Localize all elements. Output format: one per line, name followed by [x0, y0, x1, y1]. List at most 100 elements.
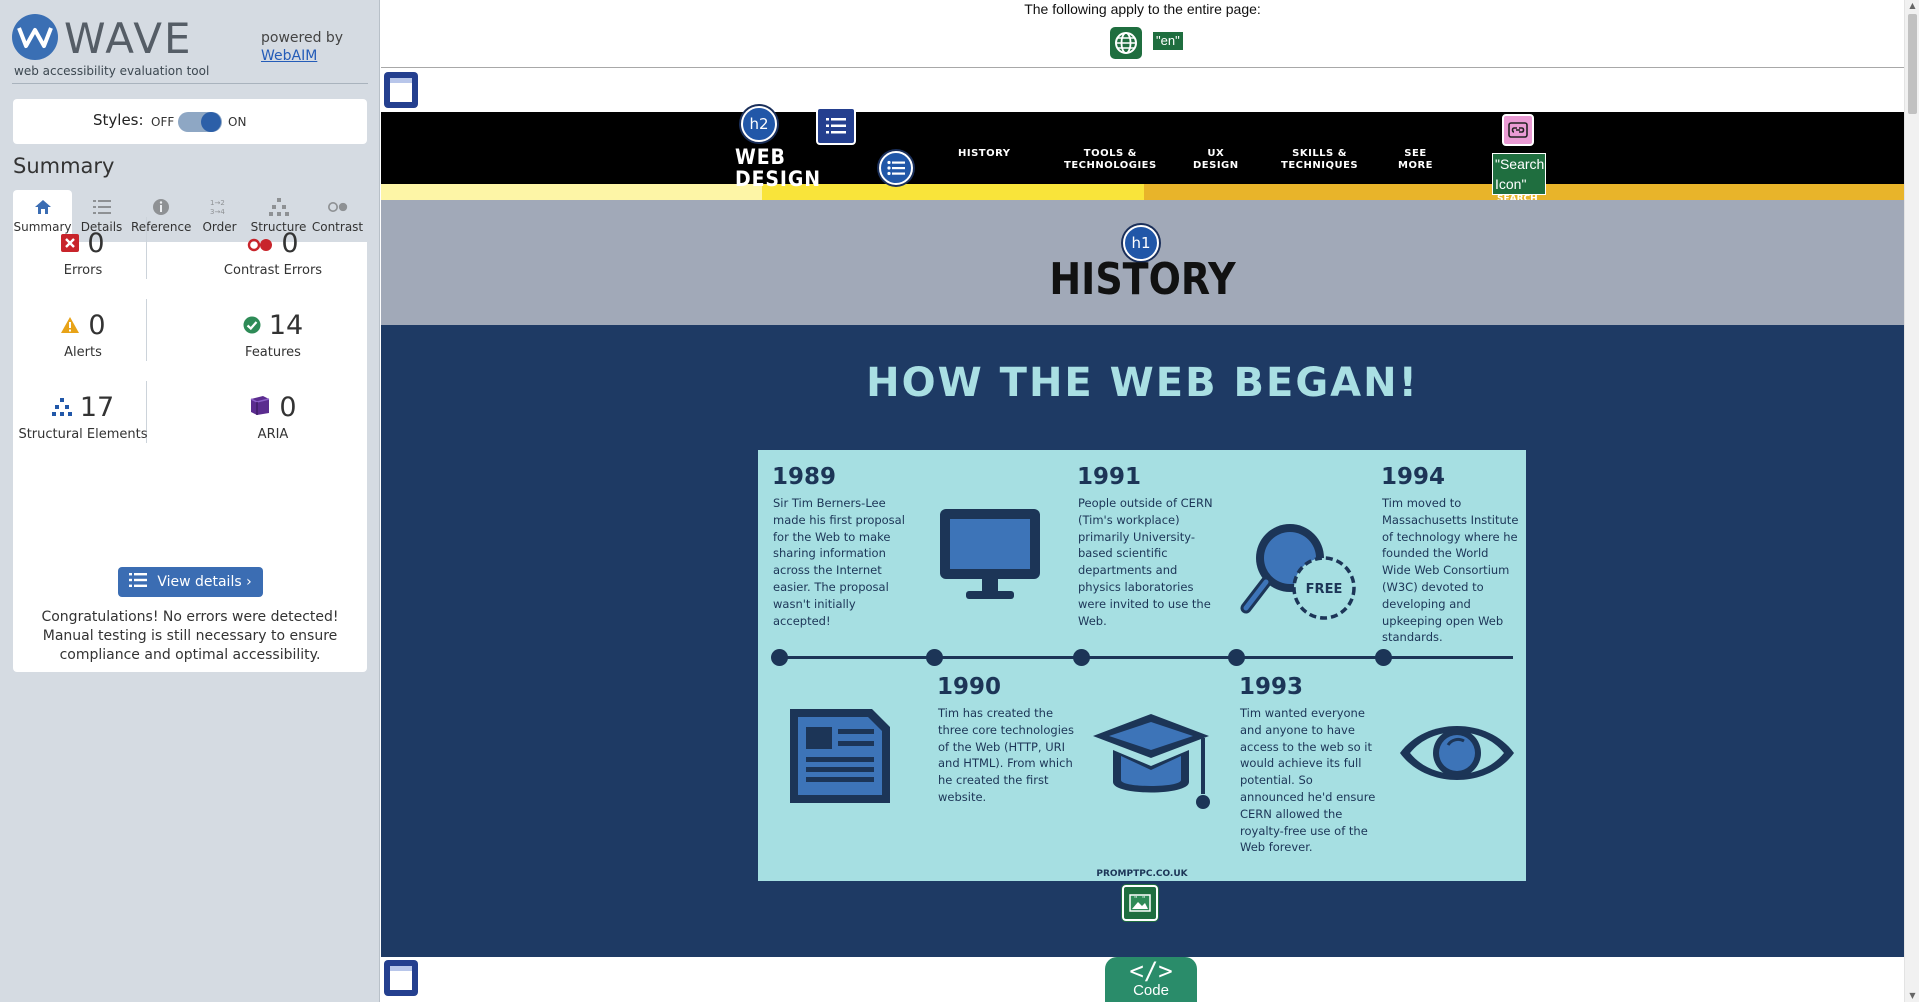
- alerts-count: 0: [88, 310, 106, 341]
- wave-sidebar: WAVE web accessibility evaluation tool p…: [0, 0, 380, 1002]
- view-details-button[interactable]: View details ›: [118, 567, 263, 597]
- nav-label: UX: [1207, 148, 1225, 159]
- section-title: HOW THE WEB BEGAN!: [866, 360, 1419, 406]
- nav-label: TECHNOLOGIES: [1064, 160, 1157, 171]
- order-icon: 1→2 3→4: [210, 198, 230, 216]
- list-icon[interactable]: [879, 151, 913, 185]
- timeline-line: [778, 656, 1513, 659]
- timeline-text: Sir Tim Berners-Lee made his first propo…: [773, 496, 905, 628]
- nav-label: TOOLS &: [1083, 148, 1137, 159]
- styles-off-label: OFF: [151, 115, 175, 129]
- nav-label: HISTORY: [958, 148, 1011, 159]
- svg-text:": ": [1134, 895, 1137, 903]
- landmark-glyph: [390, 966, 412, 990]
- list-icon: [129, 573, 148, 591]
- scroll-down-arrow-icon[interactable]: ▼: [1908, 992, 1917, 1000]
- view-details-label: View details ›: [157, 574, 252, 590]
- timeline-text: People outside of CERN (Tim's workplace)…: [1078, 496, 1213, 628]
- powered-by-text: powered by: [261, 30, 344, 46]
- errors-label: Errors: [63, 263, 103, 278]
- timeline-dot: [771, 649, 788, 666]
- timeline-dot: [926, 649, 943, 666]
- summary-heading: Summary: [13, 154, 115, 178]
- graduation-cap-icon: [1091, 710, 1211, 824]
- structure-icon: [268, 198, 289, 216]
- styles-label: Styles:: [93, 111, 144, 129]
- home-icon: [33, 198, 53, 216]
- free-label: FREE: [1306, 582, 1343, 597]
- nav-link-history[interactable]: HISTORY: [958, 148, 1011, 160]
- toggle-knob: [201, 112, 221, 132]
- page-preview: The following apply to the entire page: …: [381, 0, 1904, 1002]
- webaim-link[interactable]: WebAIM: [261, 48, 317, 64]
- stat-errors[interactable]: 0 Errors: [3, 228, 163, 278]
- alert-icon: [60, 310, 80, 341]
- svg-text:3→4: 3→4: [210, 208, 225, 216]
- features-label: Features: [245, 345, 301, 360]
- nav-link-skills[interactable]: SKILLS & TECHNIQUES: [1281, 148, 1358, 172]
- wave-tagline: web accessibility evaluation tool: [14, 64, 210, 78]
- navigation-landmark-icon[interactable]: [816, 107, 856, 145]
- landmark-glyph: [390, 78, 412, 102]
- aria-label: ARIA: [257, 427, 289, 442]
- nav-link-tools[interactable]: TOOLS & TECHNOLOGIES: [1064, 148, 1157, 172]
- monitor-icon: [938, 507, 1042, 607]
- nav-label: SKILLS &: [1292, 148, 1347, 159]
- structure-icon: [51, 392, 72, 423]
- list-icon: [92, 198, 112, 216]
- language-tag: "en": [1153, 32, 1183, 50]
- svg-text:1→2: 1→2: [210, 199, 225, 207]
- code-label: Code: [1133, 982, 1169, 999]
- footer-landmark-icon[interactable]: [384, 960, 418, 996]
- aria-count: 0: [279, 392, 297, 423]
- infographic-credit: PROMPTPC.CO.UK: [1096, 869, 1188, 879]
- congrats-message: Congratulations! No errors were detected…: [41, 609, 339, 663]
- vertical-scrollbar[interactable]: ▲ ▼: [1904, 0, 1919, 1002]
- scroll-up-arrow-icon[interactable]: ▲: [1908, 2, 1917, 10]
- h2-badge-icon[interactable]: h2: [741, 106, 777, 142]
- stat-features[interactable]: 14 Features: [193, 310, 353, 360]
- aria-icon: [249, 392, 271, 423]
- styles-toggle[interactable]: [178, 112, 222, 132]
- page-notice-text: The following apply to the entire page:: [1024, 1, 1261, 17]
- nav-label: DESIGN: [1193, 160, 1239, 171]
- feature-icon: [243, 310, 261, 341]
- magnifier-free-icon: FREE: [1238, 516, 1358, 630]
- year-label: 1989: [772, 464, 837, 490]
- nav-link-see-more[interactable]: SEE MORE: [1398, 148, 1433, 172]
- alerts-label: Alerts: [64, 345, 102, 360]
- stripe-segment: [381, 184, 762, 200]
- scroll-thumb[interactable]: [1908, 14, 1917, 114]
- link-icon[interactable]: [1502, 114, 1534, 146]
- stat-contrast-errors[interactable]: 0 Contrast Errors: [193, 228, 353, 278]
- styles-on-label: ON: [228, 115, 247, 129]
- powered-by: powered by WebAIM: [261, 29, 343, 65]
- year-label: 1993: [1239, 674, 1304, 700]
- timeline-dot: [1228, 649, 1245, 666]
- timeline-text: Tim wanted everyone and anyone to have a…: [1240, 706, 1376, 855]
- document-icon: [786, 705, 896, 811]
- contrast-icon: [327, 198, 348, 216]
- image-alt-icon[interactable]: " ": [1122, 885, 1158, 921]
- page-title: HISTORY: [1049, 253, 1236, 305]
- features-count: 14: [268, 310, 304, 341]
- code-toggle-button[interactable]: </> Code: [1105, 957, 1197, 1002]
- summary-panel: Summary Details Reference 1→2 3→4 Order S…: [13, 190, 367, 672]
- timeline-dot: [1375, 649, 1392, 666]
- site-logo[interactable]: WEB DESIGN: [735, 146, 821, 190]
- structural-count: 17: [79, 392, 115, 423]
- stat-alerts[interactable]: 0 Alerts: [3, 310, 163, 360]
- header-landmark-icon[interactable]: [384, 72, 418, 108]
- timeline-text: Tim moved to Massachusetts Institute of …: [1382, 496, 1519, 645]
- nav-link-ux[interactable]: UX DESIGN: [1193, 148, 1239, 172]
- logo-line-2: DESIGN: [735, 167, 821, 191]
- year-label: 1991: [1077, 464, 1142, 490]
- structural-label: Structural Elements: [18, 427, 148, 442]
- stat-structural[interactable]: 17 Structural Elements: [3, 392, 163, 442]
- year-label: 1994: [1381, 464, 1446, 490]
- error-icon: [61, 228, 80, 259]
- svg-text:": ": [1142, 895, 1145, 903]
- language-icon[interactable]: [1110, 27, 1142, 59]
- stat-aria[interactable]: 0 ARIA: [193, 392, 353, 442]
- yellow-stripe: [381, 184, 1904, 200]
